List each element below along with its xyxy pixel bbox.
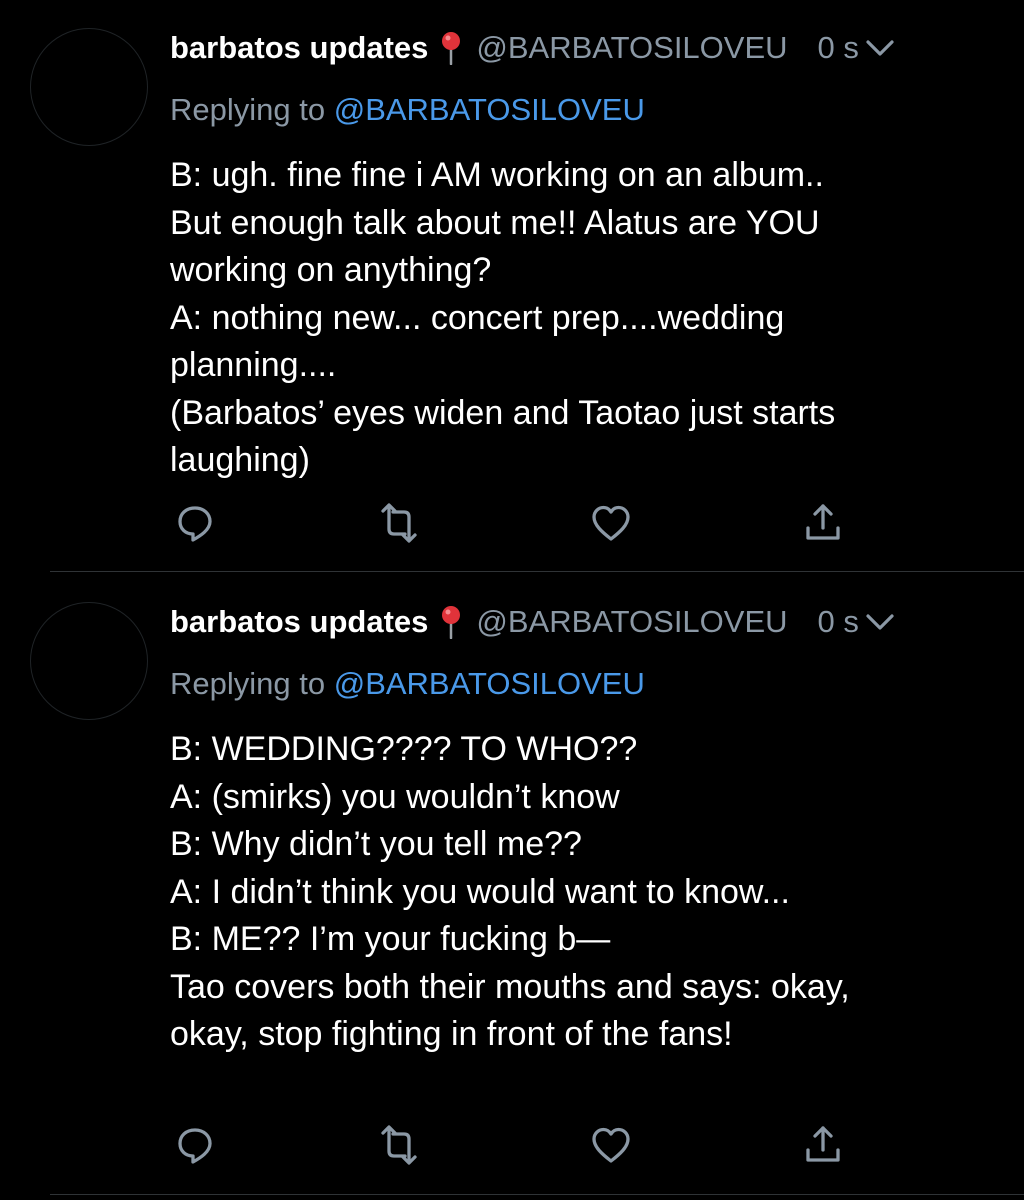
reply-icon (178, 506, 212, 542)
handle[interactable]: @BARBATOSILOVEU (476, 30, 787, 66)
display-name[interactable]: barbatos updates (170, 30, 428, 66)
tweet-text-line: B: WEDDING???? TO WHO?? (170, 730, 638, 768)
tweet-text: B: WEDDING???? TO WHO?? A: (smirks) you … (170, 726, 990, 1059)
reply-handle-link[interactable]: @BARBATOSILOVEU (334, 666, 645, 701)
replying-to: Replying to @BARBATOSILOVEU (170, 90, 645, 130)
retweet-icon (381, 503, 417, 543)
reply-button[interactable] (170, 1120, 220, 1170)
tweet-text-line: B: ME?? I’m your fucking b— (170, 920, 611, 958)
reply-handle-link[interactable]: @BARBATOSILOVEU (334, 92, 645, 127)
tweet-text-line: okay, stop fighting in front of the fans… (170, 1015, 733, 1053)
tweet-text-line: A: I didn’t think you would want to know… (170, 872, 790, 911)
tweet-text-line: (Barbatos’ eyes widen and Taotao just st… (170, 393, 836, 432)
avatar[interactable] (30, 28, 148, 146)
display-name[interactable]: barbatos updates (170, 604, 428, 640)
tweet-header: barbatos updates @BARBATOSILOVEU 0 s (170, 600, 994, 644)
replying-to-label: Replying to (170, 666, 334, 701)
reply-button[interactable] (170, 498, 220, 548)
share-icon (806, 504, 840, 540)
replying-to-label: Replying to (170, 92, 334, 127)
tweet-divider (50, 1194, 1024, 1195)
tweet-text-line: A: (smirks) you wouldn’t know (170, 777, 620, 816)
tweet-actions (170, 1120, 850, 1170)
retweet-button[interactable] (374, 498, 424, 548)
retweet-icon (381, 1125, 417, 1165)
chevron-down-icon[interactable] (865, 38, 895, 58)
timestamp: 0 s (817, 604, 859, 639)
tweet-divider (50, 571, 1024, 572)
tweet-text-line: working on anything? (170, 251, 492, 289)
tweet-actions (170, 498, 850, 548)
like-button[interactable] (586, 498, 636, 548)
tweet-text: B: ugh. fine fine i AM working on an alb… (170, 152, 990, 485)
tweet-text-line: Tao covers both their mouths and says: o… (170, 967, 850, 1006)
retweet-button[interactable] (374, 1120, 424, 1170)
tweet-text-line: planning.... (170, 346, 337, 384)
reply-icon (178, 1128, 212, 1164)
share-button[interactable] (798, 1120, 848, 1170)
chevron-down-icon[interactable] (865, 612, 895, 632)
handle[interactable]: @BARBATOSILOVEU (476, 604, 787, 640)
like-button[interactable] (586, 1120, 636, 1170)
avatar[interactable] (30, 602, 148, 720)
share-icon (806, 1126, 840, 1162)
round-pushpin-icon (440, 605, 462, 639)
tweet-text-line: But enough talk about me!! Alatus are YO… (170, 203, 820, 242)
tweet-text-line: B: ugh. fine fine i AM working on an alb… (170, 156, 824, 194)
heart-icon (592, 505, 630, 541)
share-button[interactable] (798, 498, 848, 548)
tweet-header: barbatos updates @BARBATOSILOVEU 0 s (170, 26, 994, 70)
replying-to: Replying to @BARBATOSILOVEU (170, 664, 645, 704)
tweet-text-line: A: nothing new... concert prep....weddin… (170, 298, 785, 337)
round-pushpin-icon (440, 31, 462, 65)
timestamp: 0 s (817, 30, 859, 65)
heart-icon (592, 1127, 630, 1163)
tweet-text-line: B: Why didn’t you tell me?? (170, 825, 582, 863)
tweet-text-line: laughing) (170, 441, 310, 479)
